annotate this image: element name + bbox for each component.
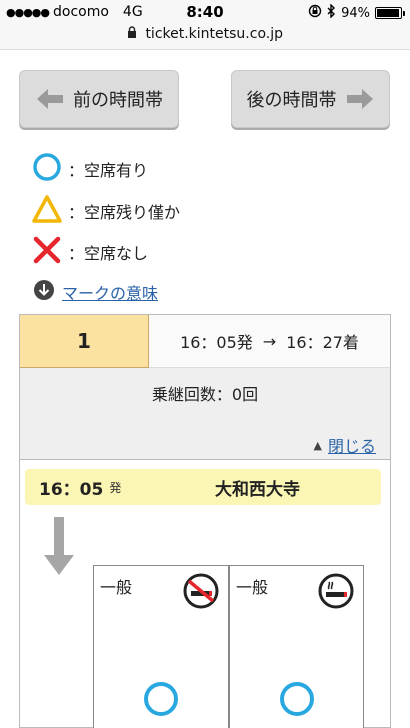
station-row: 16：05 発 大和西大寺 (25, 469, 381, 505)
next-time-label: 後の時間帯 (246, 90, 337, 111)
circle-available-icon (278, 680, 316, 722)
legend-available-label: ：空席有り (68, 161, 149, 180)
legend-none-label: ：空席なし (68, 244, 149, 263)
triangle-few-icon (32, 194, 62, 228)
battery-percent: 94% (341, 5, 370, 21)
close-details-link[interactable]: ▲ 閉じる (314, 433, 376, 457)
mark-meaning-link[interactable]: マークの意味 (32, 278, 158, 306)
route-times: 16：05発 → 16：27着 (149, 315, 390, 368)
status-icons: 94% (308, 3, 405, 22)
circle-available-icon (142, 680, 180, 722)
route-number: 1 (20, 315, 149, 368)
transfer-count: 乗継回数：0回 (151, 385, 259, 404)
legend-few-label: ：空席残り僅か (68, 203, 181, 222)
route-arrow: → (262, 331, 277, 351)
legend-available: ：空席有り (32, 152, 148, 186)
orientation-lock-icon (308, 4, 322, 22)
triangle-up-icon: ▲ (313, 438, 322, 452)
seat-car-smoking[interactable]: 一般 (229, 565, 364, 728)
circle-available-icon (32, 152, 62, 186)
arrow-down-icon (42, 517, 76, 581)
down-circle-icon (32, 278, 56, 306)
seat-type-label: 一般 (100, 578, 133, 597)
next-time-button[interactable]: 後の時間帯 (231, 70, 390, 128)
close-details-label[interactable]: 閉じる (328, 433, 376, 457)
url-text: ticket.kintetsu.co.jp (145, 26, 283, 42)
address-bar[interactable]: ticket.kintetsu.co.jp (0, 26, 410, 50)
no-smoking-icon (182, 572, 220, 614)
route-card: 1 16：05発 → 16：27着 乗継回数：0回 ▲ 閉じる 16：05 発 … (19, 314, 391, 728)
seat-type-label: 一般 (236, 578, 269, 597)
bluetooth-icon (327, 3, 336, 22)
smoking-icon (317, 572, 355, 614)
previous-time-button[interactable]: 前の時間帯 (19, 70, 179, 128)
arrow-left-icon (35, 88, 65, 110)
mark-meaning-label[interactable]: マークの意味 (62, 280, 158, 304)
cross-none-icon (32, 235, 62, 269)
previous-time-label: 前の時間帯 (73, 90, 163, 111)
station-time-suffix: 発 (109, 480, 122, 495)
route-summary: 1 16：05発 → 16：27着 乗継回数：0回 ▲ 閉じる (20, 315, 390, 459)
status-bar: ●●●●● docomo 4G 8:40 94% (0, 0, 410, 26)
divider (20, 459, 390, 460)
lock-icon (127, 26, 137, 42)
seat-car-non-smoking[interactable]: 一般 (93, 565, 229, 728)
legend-few: ：空席残り僅か (32, 194, 180, 228)
station-name: 大和西大寺 (215, 479, 300, 500)
arrival-time: 16：27着 (286, 333, 359, 352)
battery-icon (375, 7, 405, 19)
station-time: 16：05 (39, 479, 104, 500)
arrow-right-icon (345, 88, 375, 110)
legend-none: ：空席なし (32, 235, 148, 269)
departure-time: 16：05発 (180, 333, 253, 352)
